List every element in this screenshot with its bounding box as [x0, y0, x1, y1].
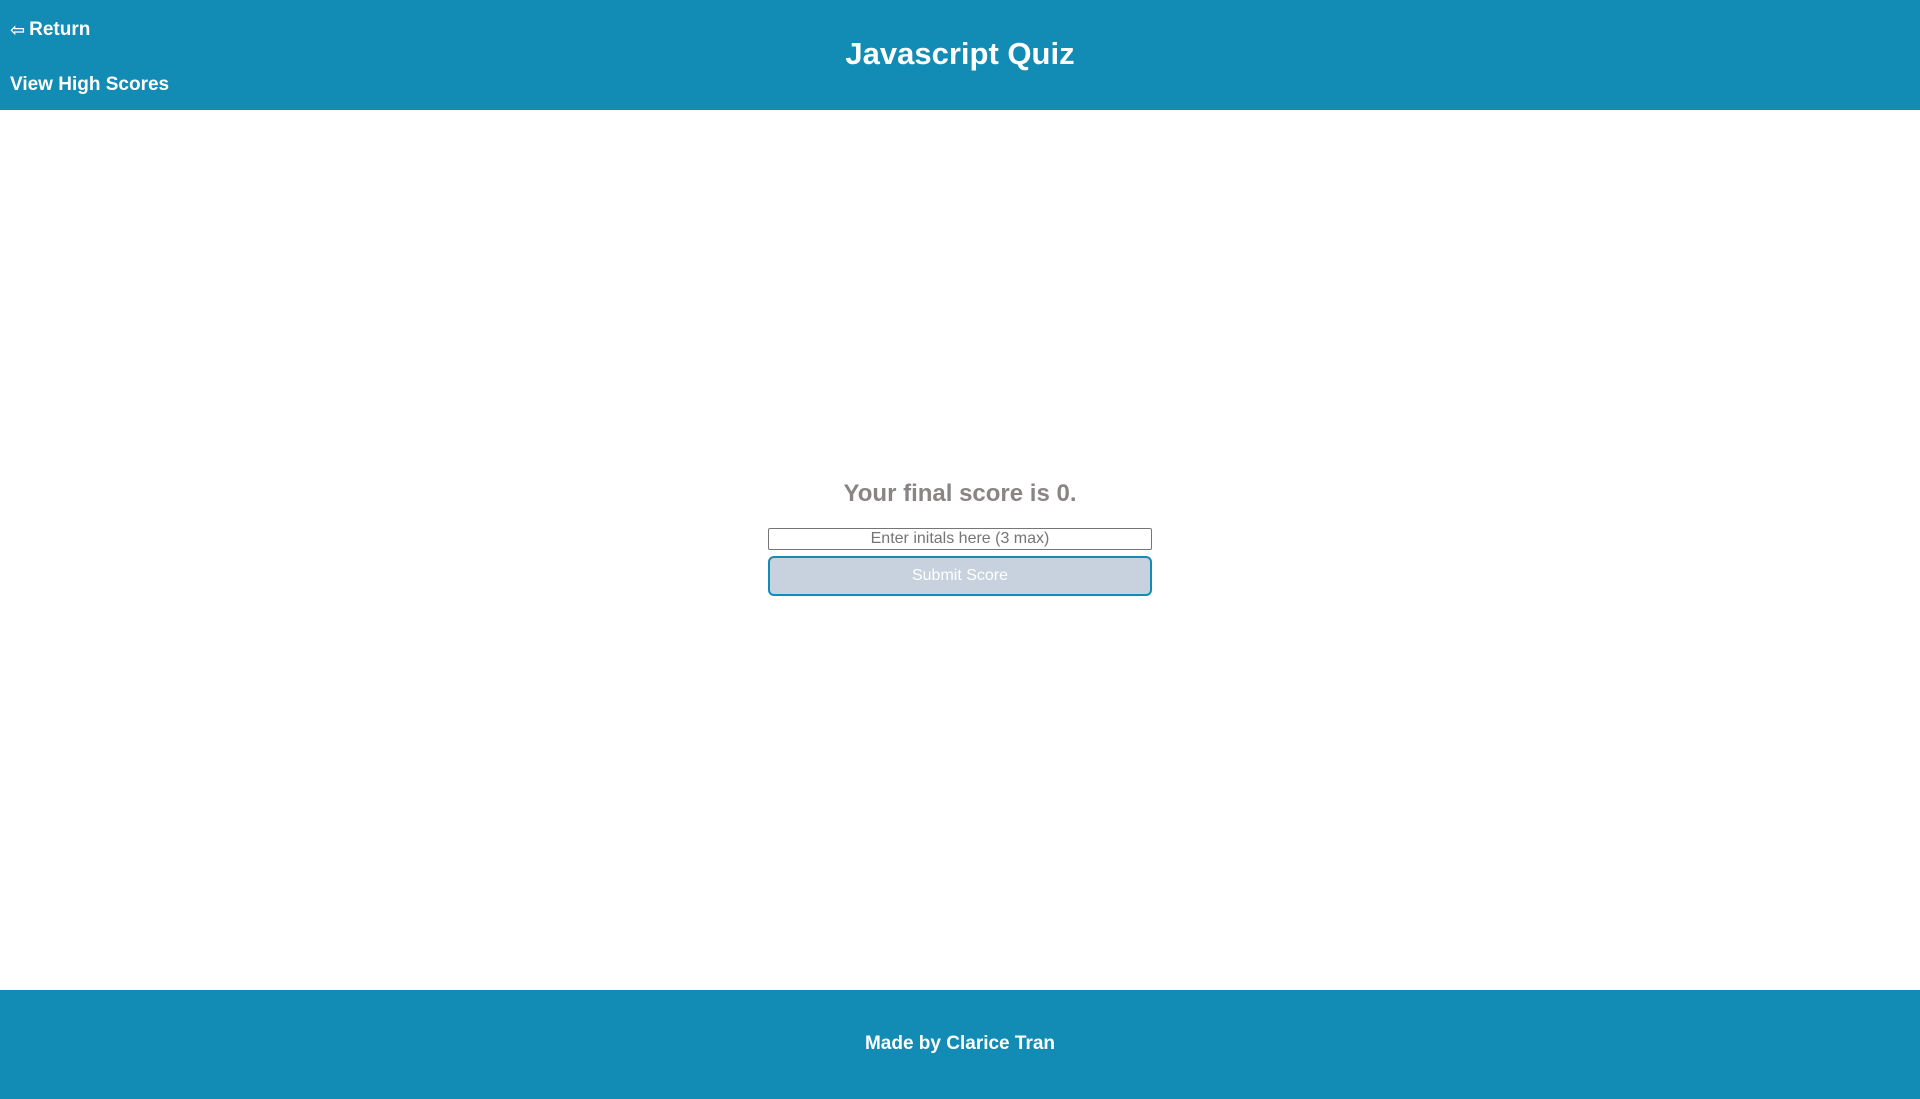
footer-bar: Made by Clarice Tran — [0, 990, 1920, 1099]
main-content: Your final score is 0. Submit Score — [0, 110, 1920, 990]
final-score-text: Your final score is 0. — [843, 480, 1077, 507]
page: ⇦ Return View High Scores Javascript Qui… — [0, 0, 1920, 1099]
page-title: Javascript Quiz — [845, 36, 1075, 71]
view-high-scores-link[interactable]: View High Scores — [10, 74, 169, 96]
header-bar: ⇦ Return View High Scores Javascript Qui… — [0, 0, 1920, 110]
submit-score-button[interactable]: Submit Score — [768, 556, 1152, 596]
footer-credit: Made by Clarice Tran — [864, 1033, 1056, 1054]
initials-input[interactable] — [768, 528, 1152, 550]
